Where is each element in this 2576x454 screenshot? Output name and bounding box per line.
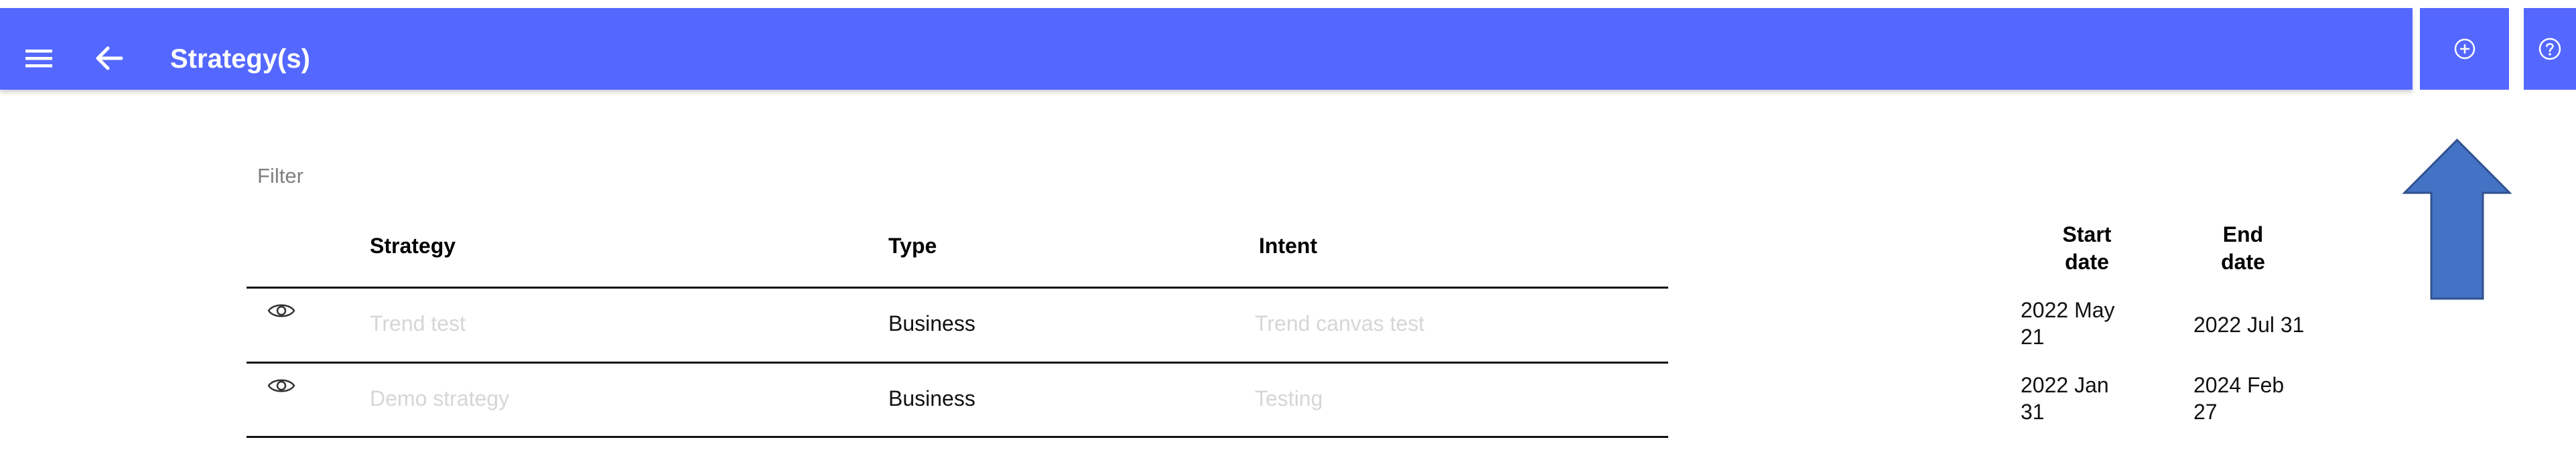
- start-date-line2: 31: [2021, 400, 2045, 424]
- column-header-type[interactable]: Type: [888, 234, 937, 258]
- column-header-start-date-line2: date: [2065, 250, 2109, 274]
- table-bottom-divider: [247, 436, 1668, 438]
- type-cell: Business: [888, 386, 975, 410]
- filter-input[interactable]: [257, 164, 592, 188]
- table-row[interactable]: Demo strategy Business Testing 2022 Jan …: [247, 364, 2284, 437]
- strategy-name-cell[interactable]: Demo strategy: [370, 386, 509, 411]
- menu-button[interactable]: [19, 40, 59, 76]
- menu-icon: [25, 50, 52, 68]
- eye-icon[interactable]: [267, 301, 296, 321]
- type-cell: Business: [888, 311, 975, 335]
- help-circle-icon: [2538, 37, 2561, 60]
- end-date-line1: 2022 Jul 31: [2193, 313, 2305, 337]
- back-button[interactable]: [86, 40, 131, 76]
- column-header-start-date[interactable]: Start date: [2043, 221, 2130, 276]
- eye-icon[interactable]: [267, 376, 296, 396]
- page-title: Strategy(s): [170, 44, 310, 74]
- intent-cell: Trend canvas test: [1255, 311, 1425, 335]
- start-date-cell: 2022 May 21: [2021, 297, 2141, 350]
- column-header-start-date-line1: Start: [2062, 222, 2112, 246]
- add-strategy-button[interactable]: [2420, 8, 2509, 90]
- end-date-line2: 27: [2193, 400, 2218, 424]
- help-button[interactable]: [2524, 8, 2576, 90]
- add-circle-icon: [2454, 38, 2475, 60]
- start-date-line1: 2022 May: [2021, 298, 2115, 322]
- up-arrow-annotation: [2402, 138, 2512, 300]
- column-header-end-date[interactable]: End date: [2203, 221, 2283, 276]
- column-header-end-date-line1: End: [2222, 222, 2264, 246]
- strategy-name-cell[interactable]: Trend test: [370, 311, 466, 336]
- column-header-intent[interactable]: Intent: [1259, 234, 1317, 258]
- column-header-end-date-line2: date: [2221, 250, 2265, 274]
- table-row[interactable]: Trend test Business Trend canvas test 20…: [247, 289, 2304, 362]
- arrow-left-icon: [96, 46, 123, 70]
- end-date-cell: 2024 Feb 27: [2193, 372, 2327, 425]
- end-date-cell: 2022 Jul 31: [2193, 311, 2327, 338]
- column-header-strategy[interactable]: Strategy: [370, 234, 456, 258]
- intent-cell: Testing: [1255, 386, 1323, 410]
- start-date-line2: 21: [2021, 325, 2045, 349]
- start-date-cell: 2022 Jan 31: [2021, 372, 2141, 425]
- end-date-line1: 2024 Feb: [2193, 373, 2285, 397]
- start-date-line1: 2022 Jan: [2021, 373, 2109, 397]
- top-app-bar: Strategy(s): [0, 8, 2413, 90]
